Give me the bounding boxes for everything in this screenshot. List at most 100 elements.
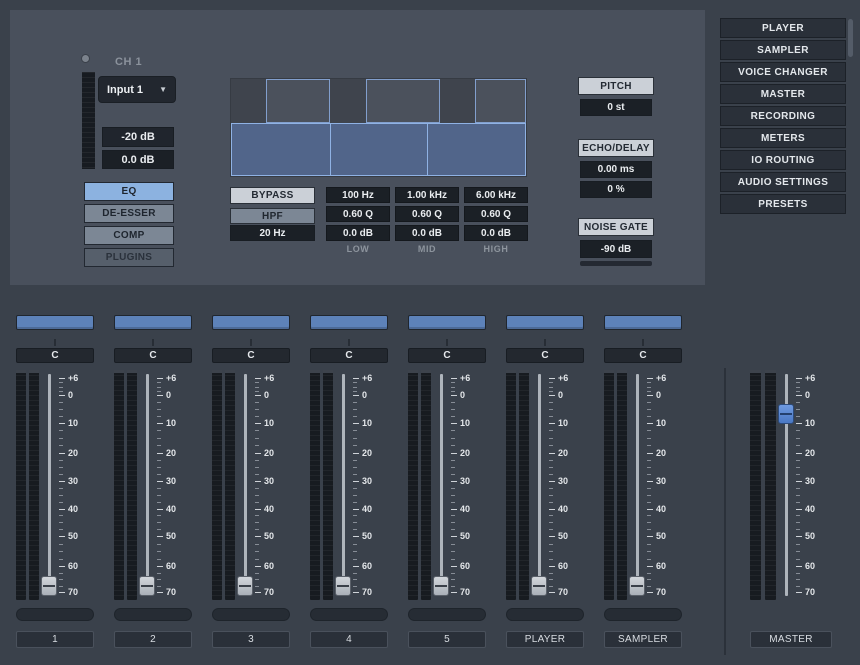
scale-tick (647, 378, 653, 379)
channel-label-button[interactable]: 1 (16, 631, 94, 648)
scale-label: +6 (656, 373, 666, 383)
scale-minor-tick (796, 522, 800, 523)
eq-low-q[interactable]: 0.60 Q (326, 206, 390, 222)
menu-scrollbar[interactable] (848, 19, 853, 57)
channel-label-button[interactable]: PLAYER (506, 631, 584, 648)
fader-cap[interactable] (531, 576, 547, 596)
channel-fader[interactable] (137, 370, 157, 600)
eq-mid-freq[interactable]: 1.00 kHz (395, 187, 459, 203)
pan-slider[interactable] (114, 315, 192, 330)
channel-value-display (604, 608, 682, 621)
eq-mid-q[interactable]: 0.60 Q (395, 206, 459, 222)
eq-low-freq[interactable]: 100 Hz (326, 187, 390, 203)
pan-slider[interactable] (16, 315, 94, 330)
channel-value-display (408, 608, 486, 621)
pan-center-button[interactable]: C (408, 348, 486, 363)
menu-button[interactable]: MASTER (720, 84, 846, 104)
pan-center-button[interactable]: C (16, 348, 94, 363)
channel-fader[interactable] (333, 370, 353, 600)
input-select-dropdown[interactable]: Input 1 ▼ (98, 76, 176, 103)
fader-cap[interactable] (139, 576, 155, 596)
pitch-button[interactable]: PITCH (578, 77, 654, 95)
eq-low-gain[interactable]: 0.0 dB (326, 225, 390, 241)
hpf-button[interactable]: HPF (230, 208, 315, 224)
pan-center-button[interactable]: C (114, 348, 192, 363)
menu-button[interactable]: IO ROUTING (720, 150, 846, 170)
scale-minor-tick (255, 391, 259, 392)
scale-minor-tick (255, 445, 259, 446)
eq-mid-gain[interactable]: 0.0 dB (395, 225, 459, 241)
scale-minor-tick (255, 522, 259, 523)
scale-minor-tick (647, 551, 651, 552)
pan-slider[interactable] (310, 315, 388, 330)
channel-strip: C +6010203040506070 SAMPLER (604, 315, 682, 648)
master-label-button[interactable]: MASTER (750, 631, 832, 648)
pan-center-button[interactable]: C (506, 348, 584, 363)
menu-button[interactable]: AUDIO SETTINGS (720, 172, 846, 192)
channel-label-button[interactable]: 3 (212, 631, 290, 648)
noise-gate-threshold-display[interactable]: -90 dB (580, 240, 652, 258)
fader-cap[interactable] (433, 576, 449, 596)
channel-fader[interactable] (235, 370, 255, 600)
eq-high-q[interactable]: 0.60 Q (464, 206, 528, 222)
scale-tick (353, 378, 359, 379)
noise-gate-button[interactable]: NOISE GATE (578, 218, 654, 236)
pitch-value-display[interactable]: 0 st (580, 99, 652, 116)
master-fader[interactable] (776, 370, 796, 600)
scale-tick (451, 423, 457, 424)
tab-eq[interactable]: EQ (84, 182, 174, 201)
hpf-freq-display[interactable]: 20 Hz (230, 225, 315, 241)
scale-label: 70 (656, 587, 666, 597)
tab-de-esser[interactable]: DE-ESSER (84, 204, 174, 223)
pan-slider[interactable] (408, 315, 486, 330)
tab-comp[interactable]: COMP (84, 226, 174, 245)
scale-tick (796, 453, 802, 454)
menu-button[interactable]: SAMPLER (720, 40, 846, 60)
channel-label-button[interactable]: 2 (114, 631, 192, 648)
fader-cap[interactable] (335, 576, 351, 596)
fader-cap[interactable] (237, 576, 253, 596)
menu-button[interactable]: VOICE CHANGER (720, 62, 846, 82)
pan-slider[interactable] (604, 315, 682, 330)
menu-button[interactable]: METERS (720, 128, 846, 148)
channel-fader[interactable] (529, 370, 549, 600)
fader-cap[interactable] (41, 576, 57, 596)
menu-button[interactable]: RECORDING (720, 106, 846, 126)
scale-label: 10 (362, 418, 372, 428)
scale-tick (647, 481, 653, 482)
pan-center-button[interactable]: C (604, 348, 682, 363)
gain-value-display[interactable]: 0.0 dB (102, 150, 174, 169)
channel-label-button[interactable]: 4 (310, 631, 388, 648)
scale-tick (255, 395, 261, 396)
gain-pad-button[interactable]: -20 dB (102, 127, 174, 147)
channel-label-button[interactable]: 5 (408, 631, 486, 648)
fader-cap[interactable] (629, 576, 645, 596)
pan-center-button[interactable]: C (310, 348, 388, 363)
eq-graph[interactable] (230, 78, 527, 177)
scale-minor-tick (59, 391, 63, 392)
eq-high-freq[interactable]: 6.00 kHz (464, 187, 528, 203)
channel-fader[interactable] (39, 370, 59, 600)
menu-button[interactable]: PRESETS (720, 194, 846, 214)
eq-bypass-button[interactable]: BYPASS (230, 187, 315, 204)
noise-gate-slider[interactable] (580, 261, 652, 266)
scale-minor-tick (796, 586, 800, 587)
eq-high-gain[interactable]: 0.0 dB (464, 225, 528, 241)
echo-time-display[interactable]: 0.00 ms (580, 161, 652, 178)
channel-label-button[interactable]: SAMPLER (604, 631, 682, 648)
scale-minor-tick (796, 430, 800, 431)
tab-plugins[interactable]: PLUGINS (84, 248, 174, 267)
scale-minor-tick (157, 402, 161, 403)
menu-button[interactable]: PLAYER (720, 18, 846, 38)
channel-fader[interactable] (431, 370, 451, 600)
scale-minor-tick (647, 495, 651, 496)
fader-cap[interactable] (778, 404, 794, 424)
scale-label: 40 (166, 504, 176, 514)
pan-center-button[interactable]: C (212, 348, 290, 363)
echo-feedback-display[interactable]: 0 % (580, 181, 652, 198)
echo-delay-button[interactable]: ECHO/DELAY (578, 139, 654, 157)
pan-slider[interactable] (212, 315, 290, 330)
scale-minor-tick (796, 460, 800, 461)
channel-fader[interactable] (627, 370, 647, 600)
pan-slider[interactable] (506, 315, 584, 330)
